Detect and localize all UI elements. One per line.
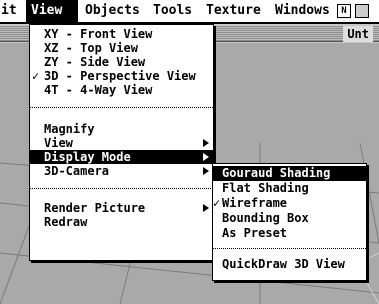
window-title: Unt (343, 26, 373, 42)
submenu-arrow-icon (203, 139, 209, 147)
menu-item-view[interactable]: View (30, 136, 213, 150)
view-menu-dropdown: XY - Front View XZ - Top View ZY - Side … (29, 24, 214, 261)
menu-separator (30, 188, 213, 189)
menu-objects[interactable]: Objects (82, 0, 143, 22)
menu-windows[interactable]: Windows (272, 0, 333, 22)
menu-item-redraw[interactable]: Redraw (30, 215, 213, 229)
menu-item-label: 3D-Camera (44, 164, 110, 178)
application-icon[interactable]: N (337, 4, 351, 18)
submenu-item-bounding-box[interactable]: Bounding Box (213, 211, 366, 226)
menu-item-label: 4T - 4-Way View (44, 83, 153, 97)
menu-item-label: Flat Shading (222, 181, 309, 195)
menu-item-4t-4-way-view[interactable]: 4T - 4-Way View (30, 83, 213, 97)
submenu-item-gouraud-shading[interactable]: Gouraud Shading (213, 166, 366, 181)
menu-separator (30, 107, 213, 108)
menu-tools[interactable]: Tools (150, 0, 195, 22)
menu-item-magnify[interactable]: Magnify (30, 122, 213, 136)
submenu-item-wireframe[interactable]: ✓ Wireframe (213, 196, 366, 211)
menu-item-3d-perspective-view[interactable]: ✓ 3D - Perspective View (30, 69, 213, 83)
menu-item-label: ZY - Side View (44, 55, 146, 69)
menu-item-display-mode[interactable]: Display Mode (30, 150, 213, 164)
checkmark-icon: ✓ (32, 69, 40, 83)
menu-view[interactable]: View (26, 0, 78, 22)
submenu-item-quickdraw-3d-view[interactable]: QuickDraw 3D View (213, 257, 366, 272)
menu-item-label: Display Mode (44, 150, 131, 164)
menu-item-label: Magnify (44, 122, 95, 136)
checkmark-icon: ✓ (213, 196, 221, 210)
menu-bar: it View Objects Tools Texture Windows N (0, 0, 379, 24)
menu-item-label: QuickDraw 3D View (222, 257, 345, 271)
menu-item-label: Bounding Box (222, 211, 309, 225)
display-mode-submenu: Gouraud Shading Flat Shading ✓ Wireframe … (212, 163, 367, 281)
menu-item-label: Wireframe (222, 196, 288, 210)
submenu-item-flat-shading[interactable]: Flat Shading (213, 181, 366, 196)
menu-item-label: Render Picture (44, 201, 146, 215)
submenu-arrow-icon (203, 204, 209, 212)
menu-item-render-picture[interactable]: Render Picture (30, 201, 213, 215)
menu-item-label: View (44, 136, 73, 150)
application-menu-icon[interactable] (355, 4, 369, 18)
submenu-arrow-icon (203, 167, 209, 175)
menu-item-zy-side-view[interactable]: ZY - Side View (30, 55, 213, 69)
submenu-arrow-icon (203, 153, 209, 161)
menu-item-label: XY - Front View (44, 27, 153, 41)
menu-item-label: As Preset (222, 226, 288, 240)
menu-item-label: Redraw (44, 215, 88, 229)
submenu-item-as-preset[interactable]: As Preset (213, 226, 366, 241)
menu-item-xy-front-view[interactable]: XY - Front View (30, 27, 213, 41)
menu-texture[interactable]: Texture (203, 0, 264, 22)
menu-item-3d-camera[interactable]: 3D-Camera (30, 164, 213, 178)
menu-item-label: XZ - Top View (44, 41, 138, 55)
menu-item-label: 3D - Perspective View (44, 69, 196, 83)
menu-item-xz-top-view[interactable]: XZ - Top View (30, 41, 213, 55)
menu-separator (213, 248, 366, 249)
menu-edit[interactable]: it (0, 0, 20, 22)
menu-item-label: Gouraud Shading (222, 166, 331, 180)
